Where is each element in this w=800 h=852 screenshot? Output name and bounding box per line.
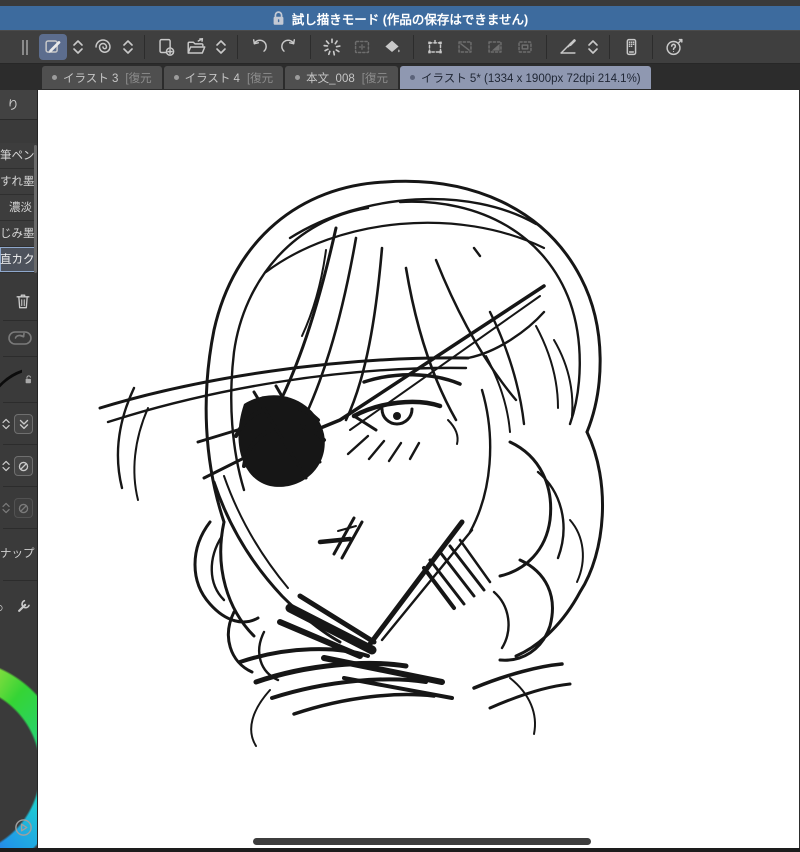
double-chevron-down-button[interactable]: [14, 414, 33, 434]
main-toolbar: [0, 30, 800, 64]
brush-item[interactable]: 筆ペン: [0, 143, 37, 169]
tab-label-suffix: [復元: [361, 72, 388, 85]
chevron-updown-icon: [2, 418, 10, 430]
tab-label-suffix: [復元: [246, 72, 274, 85]
prop-row-1: [0, 410, 37, 438]
tab-bullet-icon: [173, 75, 179, 80]
expand-panel-button[interactable]: [14, 818, 33, 842]
brush-list: 筆ペン すれ墨 濃淡 じみ墨 直カク: [0, 143, 37, 273]
radial-burst-button[interactable]: [318, 34, 346, 60]
prop-row-3: [0, 494, 37, 522]
fill-bucket-button[interactable]: [378, 34, 406, 60]
tab-label-suffix: [復元: [125, 72, 152, 85]
pen-tool-chevrons[interactable]: [69, 34, 87, 60]
transform-selection-button[interactable]: [421, 34, 449, 60]
selection-box-button: [511, 34, 539, 60]
swirl-tool-button[interactable]: [89, 34, 117, 60]
snap-label: ナップ: [0, 548, 35, 560]
tab-label: イラスト 5* (1334 x 1900px 72dpi 214.1%): [420, 72, 641, 85]
unlock-icon: [25, 374, 32, 383]
companion-device-button[interactable]: [617, 34, 645, 60]
sidebar-divider: [3, 444, 37, 445]
open-file-button[interactable]: [182, 34, 210, 60]
cut-circle-icon: [0, 605, 3, 611]
circle-slash-button[interactable]: [14, 456, 33, 476]
toolbar-separator: [310, 35, 311, 59]
pen-tool-button[interactable]: [39, 34, 67, 60]
tab-honbun-008[interactable]: 本文_008 [復元: [285, 66, 398, 89]
sidebar-divider: [3, 580, 37, 581]
sketch-paths: [98, 179, 605, 747]
undo-button[interactable]: [245, 34, 273, 60]
brush-item[interactable]: じみ墨: [0, 221, 37, 247]
tab-label: イラスト 4: [184, 72, 240, 85]
sync-brush-button: [0, 326, 37, 350]
clip-studio-app: 試し描きモード (作品の保存はできません) イラスト 3 [復元 イラスト 4 …: [0, 0, 800, 852]
toolbar-separator: [652, 35, 653, 59]
toolbar-separator: [237, 35, 238, 59]
tab-illust-5-active[interactable]: イラスト 5* (1334 x 1900px 72dpi 214.1%): [399, 66, 651, 89]
brush-item[interactable]: すれ墨: [0, 169, 37, 195]
lock-icon: [272, 10, 285, 26]
chevron-updown-icon: [2, 502, 10, 514]
sidebar-divider: [3, 356, 37, 357]
canvas-horizontal-scrollbar[interactable]: [253, 838, 591, 845]
radial-burst-boxed-button: [348, 34, 376, 60]
wrench-row: [0, 595, 37, 621]
sketch-drawing: [98, 179, 605, 747]
tab-label: イラスト 3: [63, 72, 119, 85]
selection-triangle-button: [481, 34, 509, 60]
canvas-tabbar: イラスト 3 [復元 イラスト 4 [復元 本文_008 [復元 イラスト 5* (1…: [0, 64, 800, 90]
redo-button[interactable]: [275, 34, 303, 60]
sidebar-divider: [3, 528, 37, 529]
toolbar-separator: [413, 35, 414, 59]
sidebar-top-item[interactable]: り: [0, 90, 37, 120]
new-canvas-button[interactable]: [152, 34, 180, 60]
tab-bullet-icon: [52, 75, 57, 80]
sidebar-divider: [3, 320, 37, 321]
toolbar-separator: [546, 35, 547, 59]
tab-label: 本文_008: [306, 72, 355, 85]
wrench-icon[interactable]: [15, 597, 33, 620]
sidebar-divider: [3, 486, 37, 487]
circle-slash-button-disabled: [14, 498, 33, 518]
snap-ruler-chevrons[interactable]: [584, 34, 602, 60]
chevron-updown-icon: [2, 460, 10, 472]
brush-stroke-preview[interactable]: [0, 362, 37, 396]
delete-brush-button[interactable]: [0, 288, 37, 314]
tab-bullet-icon: [295, 75, 301, 80]
tab-illust-4[interactable]: イラスト 4 [復元: [163, 66, 284, 89]
tab-illust-3[interactable]: イラスト 3 [復元: [42, 66, 162, 89]
brush-item[interactable]: 濃淡: [0, 195, 37, 221]
main-area: り 筆ペン すれ墨 濃淡 じみ墨 直カク ナップ: [0, 90, 800, 848]
canvas-area[interactable]: [38, 90, 799, 848]
window-bottom-strip: [0, 848, 800, 852]
selection-line-button: [451, 34, 479, 60]
tool-sidebar: り 筆ペン すれ墨 濃淡 じみ墨 直カク ナップ: [0, 90, 38, 848]
brush-item-selected[interactable]: 直カク: [0, 247, 37, 273]
snap-ruler-button[interactable]: [554, 34, 582, 60]
trial-mode-text: 試し描きモード (作品の保存はできません): [291, 12, 529, 27]
swirl-tool-chevrons[interactable]: [119, 34, 137, 60]
prop-row-2: [0, 452, 37, 480]
open-file-chevrons[interactable]: [212, 34, 230, 60]
brush-list-scrollbar[interactable]: [34, 145, 37, 273]
trial-mode-banner: 試し描きモード (作品の保存はできません): [0, 6, 800, 30]
toolbar-separator: [609, 35, 610, 59]
help-button[interactable]: [660, 34, 688, 60]
toolbar-separator: [144, 35, 145, 59]
tab-bullet-icon: [409, 75, 415, 80]
sidebar-divider: [3, 402, 37, 403]
toolbar-drag-handle[interactable]: [22, 34, 32, 60]
